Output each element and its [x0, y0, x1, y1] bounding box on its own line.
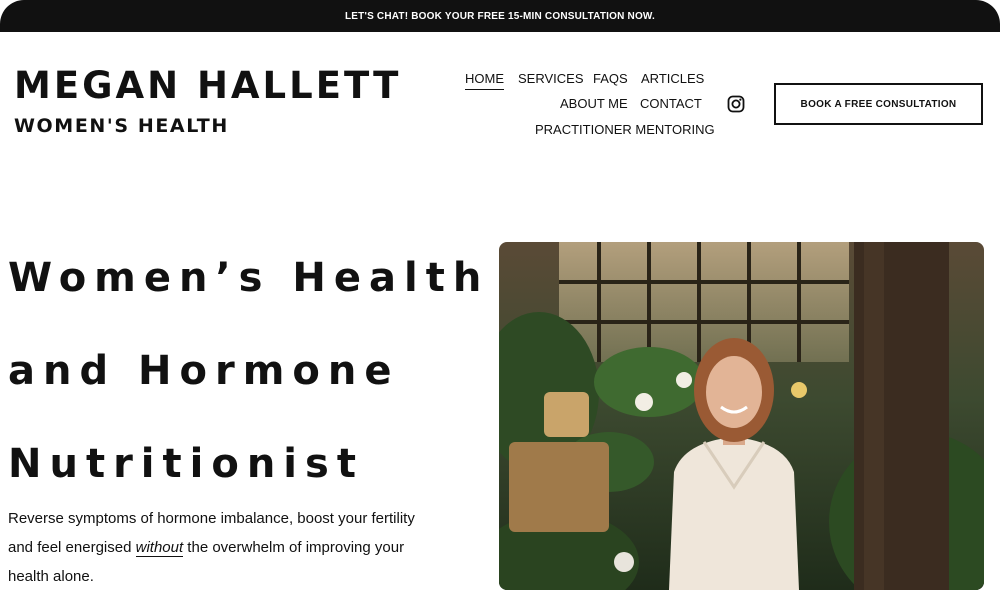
nav-articles[interactable]: ARTICLES — [641, 71, 704, 86]
logo-name: MEGAN HALLETT — [14, 64, 402, 107]
nav-contact[interactable]: CONTACT — [640, 96, 702, 111]
nav-home[interactable]: HOME — [465, 71, 504, 90]
hero-heading: Women’s Health and Hormone Nutritionist — [8, 232, 489, 511]
nav-about-me[interactable]: ABOUT ME — [560, 96, 628, 111]
announcement-text[interactable]: LET'S CHAT! BOOK YOUR FREE 15-MIN CONSUL… — [345, 11, 655, 22]
nav-practitioner-mentoring[interactable]: PRACTITIONER MENTORING — [535, 122, 715, 137]
nav-services[interactable]: SERVICES — [518, 71, 584, 86]
logo-subtitle: WOMEN'S HEALTH — [14, 115, 229, 137]
hero-heading-line-2: and Hormone — [8, 348, 400, 394]
book-consultation-label: BOOK A FREE CONSULTATION — [800, 98, 957, 110]
hero-text-emphasis: without — [135, 539, 184, 557]
site-logo[interactable]: MEGAN HALLETT WOMEN'S HEALTH — [14, 66, 401, 138]
announcement-bar[interactable]: LET'S CHAT! BOOK YOUR FREE 15-MIN CONSUL… — [0, 0, 1000, 32]
hero-heading-line-1: Women’s Health — [8, 255, 490, 301]
book-consultation-button[interactable]: BOOK A FREE CONSULTATION — [774, 83, 983, 125]
hero-photo — [499, 242, 984, 590]
hero-heading-line-3: Nutritionist — [8, 441, 364, 487]
hero-description: Reverse symptoms of hormone imbalance, b… — [8, 504, 428, 590]
instagram-icon[interactable] — [727, 95, 745, 113]
nav-faqs[interactable]: FAQS — [593, 71, 628, 86]
